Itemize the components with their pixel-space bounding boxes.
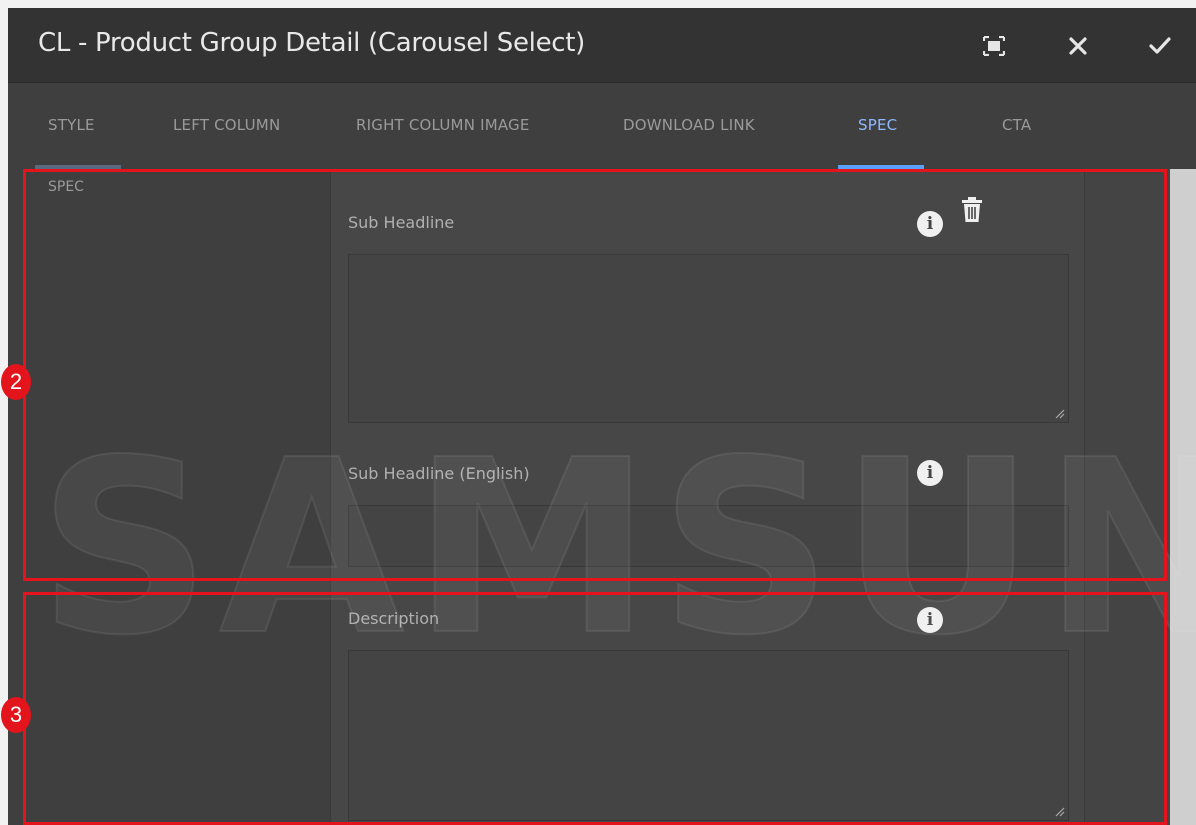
tab-bar: STYLE LEFT COLUMN RIGHT COLUMN IMAGE DOW…	[8, 83, 1196, 169]
fullscreen-button[interactable]	[976, 28, 1012, 64]
dialog-title: CL - Product Group Detail (Carousel Sele…	[38, 28, 586, 58]
close-icon	[1069, 37, 1087, 55]
resize-handle-icon[interactable]	[1053, 407, 1065, 419]
resize-handle-icon[interactable]	[1053, 805, 1065, 817]
tab-style[interactable]: STYLE	[48, 116, 95, 138]
sub-headline-english-input[interactable]	[348, 505, 1069, 567]
close-button[interactable]	[1060, 28, 1096, 64]
dialog-titlebar: CL - Product Group Detail (Carousel Sele…	[8, 8, 1196, 83]
check-icon	[1149, 37, 1171, 54]
sub-headline-label: Sub Headline	[348, 213, 455, 232]
info-icon[interactable]: i	[917, 460, 943, 486]
annotation-marker-2: 2	[1, 364, 31, 400]
annotation-marker-3: 3	[1, 697, 31, 733]
tab-spec[interactable]: SPEC	[858, 116, 897, 138]
description-label: Description	[348, 609, 440, 628]
section-label: SPEC	[48, 179, 84, 195]
tab-right-column-image[interactable]: RIGHT COLUMN IMAGE	[356, 116, 530, 138]
scrollbar[interactable]	[1170, 169, 1196, 825]
fullscreen-icon	[983, 36, 1005, 56]
tab-left-column[interactable]: LEFT COLUMN	[173, 116, 280, 138]
tab-download-link[interactable]: DOWNLOAD LINK	[623, 116, 755, 138]
tab-cta[interactable]: CTA	[1002, 116, 1031, 138]
sub-headline-textarea[interactable]	[348, 254, 1069, 423]
right-column	[1085, 169, 1170, 825]
sub-headline-english-label: Sub Headline (English)	[348, 464, 530, 483]
description-textarea[interactable]	[348, 650, 1069, 821]
dialog: CL - Product Group Detail (Carousel Sele…	[8, 8, 1196, 825]
confirm-button[interactable]	[1142, 28, 1178, 64]
info-icon[interactable]: i	[917, 211, 943, 237]
left-column	[8, 169, 330, 825]
trash-icon[interactable]	[960, 196, 984, 224]
info-icon[interactable]: i	[917, 607, 943, 633]
